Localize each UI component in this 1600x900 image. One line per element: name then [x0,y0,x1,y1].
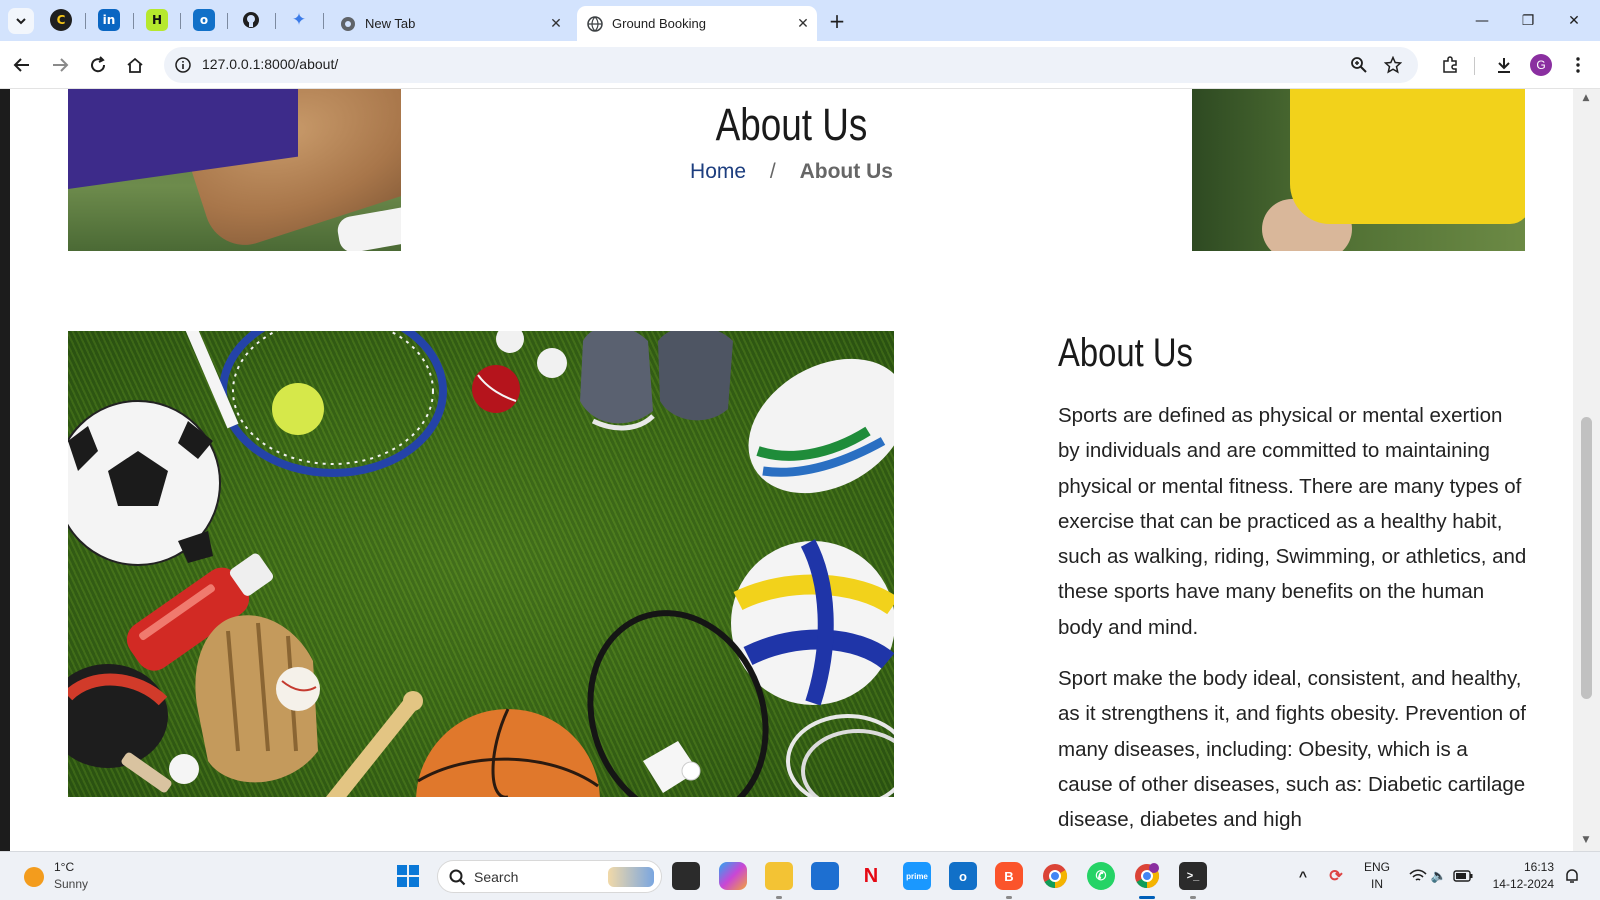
tab-close-icon[interactable]: ✕ [548,15,564,31]
windows-taskbar: 1°C Sunny Search N prime o B ✆ >_ ^ ⟳ EN… [0,851,1600,900]
pinned-tab-github-icon[interactable] [240,9,262,31]
tab-separator [323,13,324,29]
about-paragraph-1: Sports are defined as physical or mental… [1058,404,1527,639]
chrome-icon[interactable] [1041,862,1069,890]
tab-separator [275,13,276,29]
language-line-1[interactable]: ENG [1362,860,1392,874]
extensions-icon[interactable] [1438,53,1462,77]
tab-new-tab[interactable]: New Tab ✕ [330,6,570,41]
pinned-tab-outlook-icon[interactable]: o [193,9,215,31]
back-icon[interactable] [10,53,34,77]
scroll-up-icon[interactable]: ▲ [1581,93,1591,103]
pinned-tab-c-icon[interactable]: C [50,9,72,31]
netflix-icon[interactable]: N [857,862,885,890]
browser-tab-strip: C in H o ✦ New Tab ✕ Ground Booking ✕ + … [0,0,1600,41]
breadcrumb-separator: / [769,160,776,183]
sync-icon[interactable]: ⟳ [1322,862,1350,890]
restore-icon[interactable]: ❐ [1516,10,1540,32]
profile-avatar[interactable]: G [1530,54,1552,76]
toolbar-divider [1474,57,1475,75]
scrollbar-thumb[interactable] [1581,417,1592,699]
taskbar-search-box[interactable]: Search [437,860,662,893]
downloads-icon[interactable] [1492,53,1516,77]
windows-start-icon[interactable] [394,862,422,890]
url-text[interactable]: 127.0.0.1:8000/about/ [202,56,338,72]
forward-icon[interactable] [48,53,72,77]
tab-separator [85,13,86,29]
page-scrollbar[interactable]: ▲ ▼ [1573,89,1600,851]
page-viewport: About Us Home / About Us About Us Sports… [10,89,1573,851]
search-icon [449,869,466,886]
home-icon[interactable] [123,53,147,77]
window-left-edge [0,89,10,851]
microsoft-store-icon[interactable] [811,862,839,890]
battery-icon[interactable] [1449,862,1477,890]
copilot-icon[interactable] [719,862,747,890]
clock-date[interactable]: 14-12-2024 [1480,877,1554,891]
new-tab-plus-icon[interactable]: + [826,9,848,33]
tab-separator [227,13,228,29]
weather-description[interactable]: Sunny [54,877,88,891]
language-line-2[interactable]: IN [1362,877,1392,891]
address-bar[interactable]: 127.0.0.1:8000/about/ [164,47,1418,83]
tab-title: Ground Booking [612,16,706,31]
file-explorer-icon[interactable] [765,862,793,890]
tab-close-icon[interactable]: ✕ [795,15,811,31]
breadcrumb: Home / About Us [10,160,1573,184]
minimize-icon[interactable]: — [1470,10,1494,32]
weather-sun-icon[interactable] [24,867,44,887]
outlook-icon[interactable]: o [949,862,977,890]
chrome-profile-icon[interactable] [1133,862,1161,890]
scroll-down-icon[interactable]: ▼ [1581,835,1591,845]
tab-title: New Tab [365,16,416,31]
site-info-icon[interactable] [174,56,192,74]
tab-ground-booking[interactable]: Ground Booking ✕ [577,6,817,41]
running-indicator [1006,896,1012,899]
tab-separator [180,13,181,29]
pinned-tab-h-icon[interactable]: H [146,9,168,31]
task-view-icon[interactable] [672,862,700,890]
tray-chevron-up-icon[interactable]: ^ [1289,862,1317,890]
breadcrumb-current: About Us [799,160,893,183]
pinned-tab-gemini-icon[interactable]: ✦ [288,9,310,31]
running-indicator [776,896,782,899]
search-label: Search [474,869,519,885]
reload-icon[interactable] [86,53,110,77]
section-heading: About Us [1058,331,1193,375]
tab-search-chevron-icon[interactable] [8,8,34,34]
sports-equipment-image [68,331,894,797]
chrome-icon [341,16,355,31]
whatsapp-icon[interactable]: ✆ [1087,862,1115,890]
window-close-icon[interactable]: ✕ [1562,10,1586,32]
prime-video-icon[interactable]: prime [903,862,931,890]
zoom-icon[interactable] [1348,54,1370,76]
weather-temperature[interactable]: 1°C [54,860,74,874]
tab-separator [133,13,134,29]
notification-bell-icon[interactable] [1558,862,1586,890]
search-highlight-icon [608,867,654,887]
globe-icon [587,15,603,32]
clock-time[interactable]: 16:13 [1480,860,1554,874]
pinned-tab-linkedin-icon[interactable]: in [98,9,120,31]
terminal-icon[interactable]: >_ [1179,862,1207,890]
kebab-menu-icon[interactable] [1566,53,1590,77]
browser-toolbar: 127.0.0.1:8000/about/ G [0,41,1600,89]
bookmark-star-icon[interactable] [1382,54,1404,76]
page-title: About Us [715,99,868,150]
breadcrumb-home-link[interactable]: Home [690,160,746,183]
about-paragraph-2: Sport make the body ideal, consistent, a… [1058,667,1526,832]
brave-icon[interactable]: B [995,862,1023,890]
active-app-indicator [1139,896,1155,899]
running-indicator [1190,896,1196,899]
